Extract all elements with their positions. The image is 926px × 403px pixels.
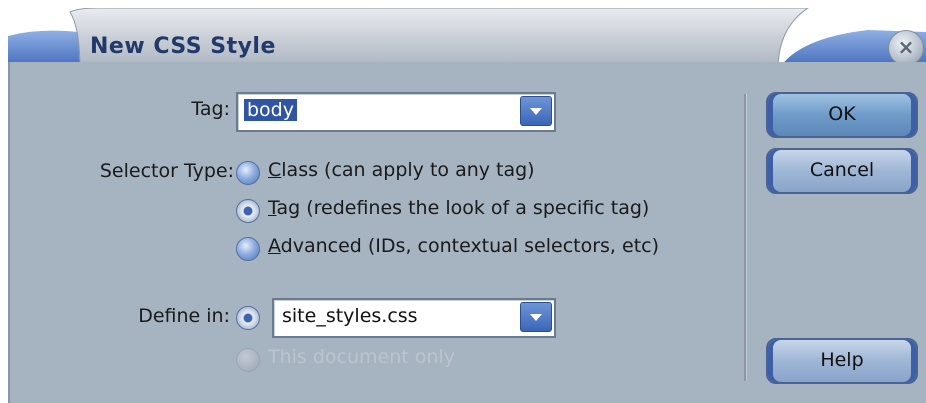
define-in-label: Define in: (138, 305, 230, 327)
radio-button-icon[interactable] (236, 161, 260, 185)
define-in-value[interactable]: site_styles.css (282, 305, 418, 327)
ok-button[interactable]: OK (766, 92, 918, 138)
radio-tag-label: Tag (redefines the look of a specific ta… (268, 197, 650, 219)
radio-class[interactable]: Class (can apply to any tag) (236, 159, 716, 189)
vertical-separator (744, 94, 747, 381)
cancel-button[interactable]: Cancel (766, 148, 918, 194)
radio-button-checked-icon[interactable] (236, 306, 260, 330)
radio-tag[interactable]: Tag (redefines the look of a specific ta… (236, 197, 716, 227)
tag-label: Tag: (191, 98, 230, 120)
selector-type-label: Selector Type: (99, 160, 234, 182)
radio-advanced[interactable]: Advanced (IDs, contextual selectors, etc… (236, 235, 716, 265)
this-document-only-label: This document only (268, 346, 455, 368)
title-bar[interactable]: New CSS Style × (8, 8, 926, 70)
chevron-down-icon[interactable] (520, 96, 552, 126)
radio-button-disabled-icon (236, 348, 260, 372)
radio-button-checked-icon[interactable] (236, 199, 260, 223)
dialog-title: New CSS Style (90, 34, 276, 59)
dialog-body: Tag: body Selector Type: Class (can appl… (8, 62, 926, 403)
tag-combobox[interactable]: body (236, 92, 556, 132)
radio-this-document-only: This document only (236, 346, 556, 376)
help-button[interactable]: Help (766, 338, 918, 384)
chevron-down-icon[interactable] (520, 302, 552, 332)
close-icon[interactable]: × (888, 30, 924, 66)
tag-value[interactable]: body (244, 99, 297, 121)
radio-define-in-file[interactable] (236, 304, 266, 334)
new-css-style-dialog: New CSS Style × Tag: body Selector Type:… (8, 0, 926, 403)
radio-class-label: Class (can apply to any tag) (268, 159, 535, 181)
define-in-combobox[interactable]: site_styles.css (272, 298, 556, 338)
radio-advanced-label: Advanced (IDs, contextual selectors, etc… (268, 235, 660, 257)
radio-button-icon[interactable] (236, 237, 260, 261)
